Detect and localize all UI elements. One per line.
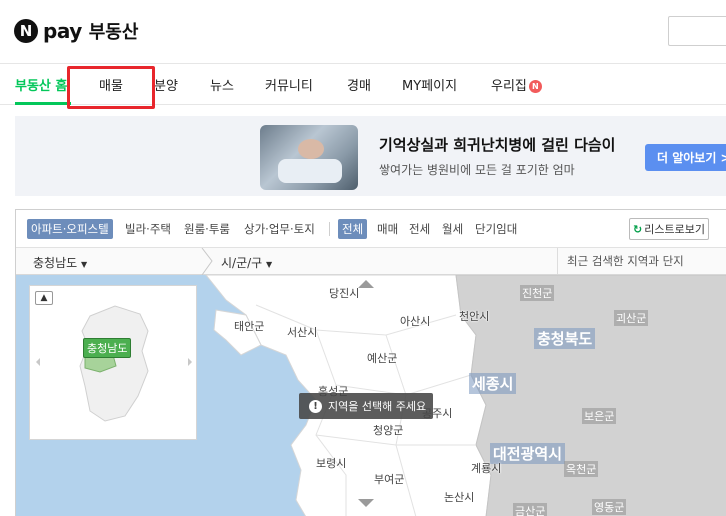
map-label-cheonan[interactable]: 천안시 (459, 308, 489, 324)
map-label-nonsan[interactable]: 논산시 (444, 489, 474, 505)
filter-deal-short-term[interactable]: 단기임대 (475, 219, 517, 239)
active-tab-underline (15, 102, 71, 105)
nav-tab-mypage[interactable]: MY페이지 (402, 75, 457, 94)
filter-bar: 아파트·오피스텔 빌라·주택 원룸·투룸 상가·업무·토지 전체 매매 전세 월… (16, 210, 726, 248)
select-region-toast: ! 지역을 선택해 주세요 (299, 393, 433, 419)
npay-realestate-logo[interactable]: N pay 부동산 (14, 18, 138, 44)
refresh-icon: ↻ (633, 222, 643, 236)
listings-tab-highlight-box (67, 66, 155, 109)
minimap-selected-region[interactable]: 충청남도 (83, 338, 132, 358)
map-label-jincheon[interactable]: 진천군 (520, 285, 555, 301)
map-label-goesan[interactable]: 괴산군 (614, 310, 649, 326)
nav-tab-community[interactable]: 커뮤니티 (265, 75, 313, 94)
filter-deal-sale[interactable]: 매매 (377, 219, 398, 239)
province-select[interactable]: 충청남도 ▼ (33, 254, 87, 271)
map-label-gyeryong[interactable]: 계룡시 (471, 460, 501, 476)
korea-minimap[interactable]: ▲ 충청남도 (29, 285, 197, 440)
minimap-collapse-button[interactable]: ▲ (35, 291, 53, 305)
logo-pay-text: pay (43, 19, 82, 43)
map-label-geumsan[interactable]: 금산군 (513, 503, 548, 516)
location-bar: 충청남도 ▼ 시/군/구 ▼ 최근 검색한 지역과 단지 (16, 248, 726, 275)
banner-photo (260, 125, 358, 190)
logo-title-text: 부동산 (88, 22, 139, 43)
nav-tab-presale[interactable]: 분양 (154, 75, 178, 94)
learn-more-button[interactable]: 더 알아보기 > (645, 144, 726, 171)
map-label-okcheon[interactable]: 옥천군 (564, 461, 599, 477)
breadcrumb-separator-icon (201, 248, 213, 275)
banner-subtitle: 쌓여가는 병원비에 모든 걸 포기한 엄마 (379, 163, 575, 177)
recent-search-button[interactable]: 최근 검색한 지역과 단지 (557, 248, 684, 274)
map-label-taean[interactable]: 태안군 (234, 318, 264, 334)
nav-tab-auction[interactable]: 경매 (347, 75, 371, 94)
map-label-yesan[interactable]: 예산군 (367, 350, 397, 366)
map-label-sejong[interactable]: 세종시 (469, 373, 517, 394)
filter-deal-jeonse[interactable]: 전세 (409, 219, 430, 239)
map-label-yeongdong[interactable]: 영동군 (592, 499, 627, 515)
nav-tab-myhome-label: 우리집 (491, 79, 527, 94)
map-label-buyeo[interactable]: 부여군 (374, 471, 404, 487)
nav-tab-news[interactable]: 뉴스 (210, 75, 234, 94)
map-label-cheongyang[interactable]: 청양군 (373, 422, 403, 438)
filter-apartment-officetel[interactable]: 아파트·오피스텔 (27, 219, 113, 239)
filter-villa-house[interactable]: 빌라·주택 (125, 219, 171, 239)
map-label-boeun[interactable]: 보은군 (582, 408, 617, 424)
map-label-asan[interactable]: 아산시 (400, 313, 430, 329)
caret-down-icon: ▼ (81, 260, 88, 269)
header: N pay 부동산 (0, 0, 726, 64)
filter-deal-monthly[interactable]: 월세 (442, 219, 463, 239)
province-value: 충청남도 (33, 256, 78, 270)
info-icon: ! (309, 399, 322, 413)
map-label-dangjin[interactable]: 당진시 (329, 285, 359, 301)
caret-down-icon: ▼ (266, 260, 273, 269)
list-view-button[interactable]: ↻ 리스트로보기 (629, 218, 709, 240)
filter-oneroom-tworoom[interactable]: 원룸·투룸 (184, 219, 230, 239)
filter-deal-all[interactable]: 전체 (338, 219, 368, 239)
new-badge-icon: N (528, 80, 542, 93)
ad-banner[interactable]: 기억상실과 희귀난치병에 걸린 다슴이 쌓여가는 병원비에 모든 걸 포기한 엄… (15, 116, 726, 196)
nav-tab-home[interactable]: 부동산 홈 (15, 75, 67, 94)
filter-commercial-land[interactable]: 상가·업무·토지 (244, 219, 315, 239)
korea-outline (36, 305, 192, 422)
filter-divider (329, 222, 330, 236)
map-panel: 아파트·오피스텔 빌라·주택 원룸·투룸 상가·업무·토지 전체 매매 전세 월… (15, 209, 726, 516)
map-label-chungbuk[interactable]: 충청북도 (534, 328, 596, 349)
map-label-boryeong[interactable]: 보령시 (316, 455, 346, 471)
region-map[interactable]: ▲ 충청남도 당진시 태안군 서산시 아산시 천안시 진천군 괴산군 충청북도 … (16, 275, 726, 516)
city-placeholder: 시/군/구 (221, 256, 263, 270)
n-logo-icon: N (14, 19, 38, 43)
search-input[interactable] (668, 16, 726, 46)
toast-message: 지역을 선택해 주세요 (328, 400, 427, 413)
banner-title: 기억상실과 희귀난치병에 걸린 다슴이 (379, 136, 616, 154)
city-select[interactable]: 시/군/구 ▼ (221, 254, 272, 271)
nav-tab-myhome[interactable]: 우리집 N (491, 75, 542, 94)
list-view-label: 리스트로보기 (644, 223, 705, 236)
map-label-seosan[interactable]: 서산시 (287, 324, 317, 340)
